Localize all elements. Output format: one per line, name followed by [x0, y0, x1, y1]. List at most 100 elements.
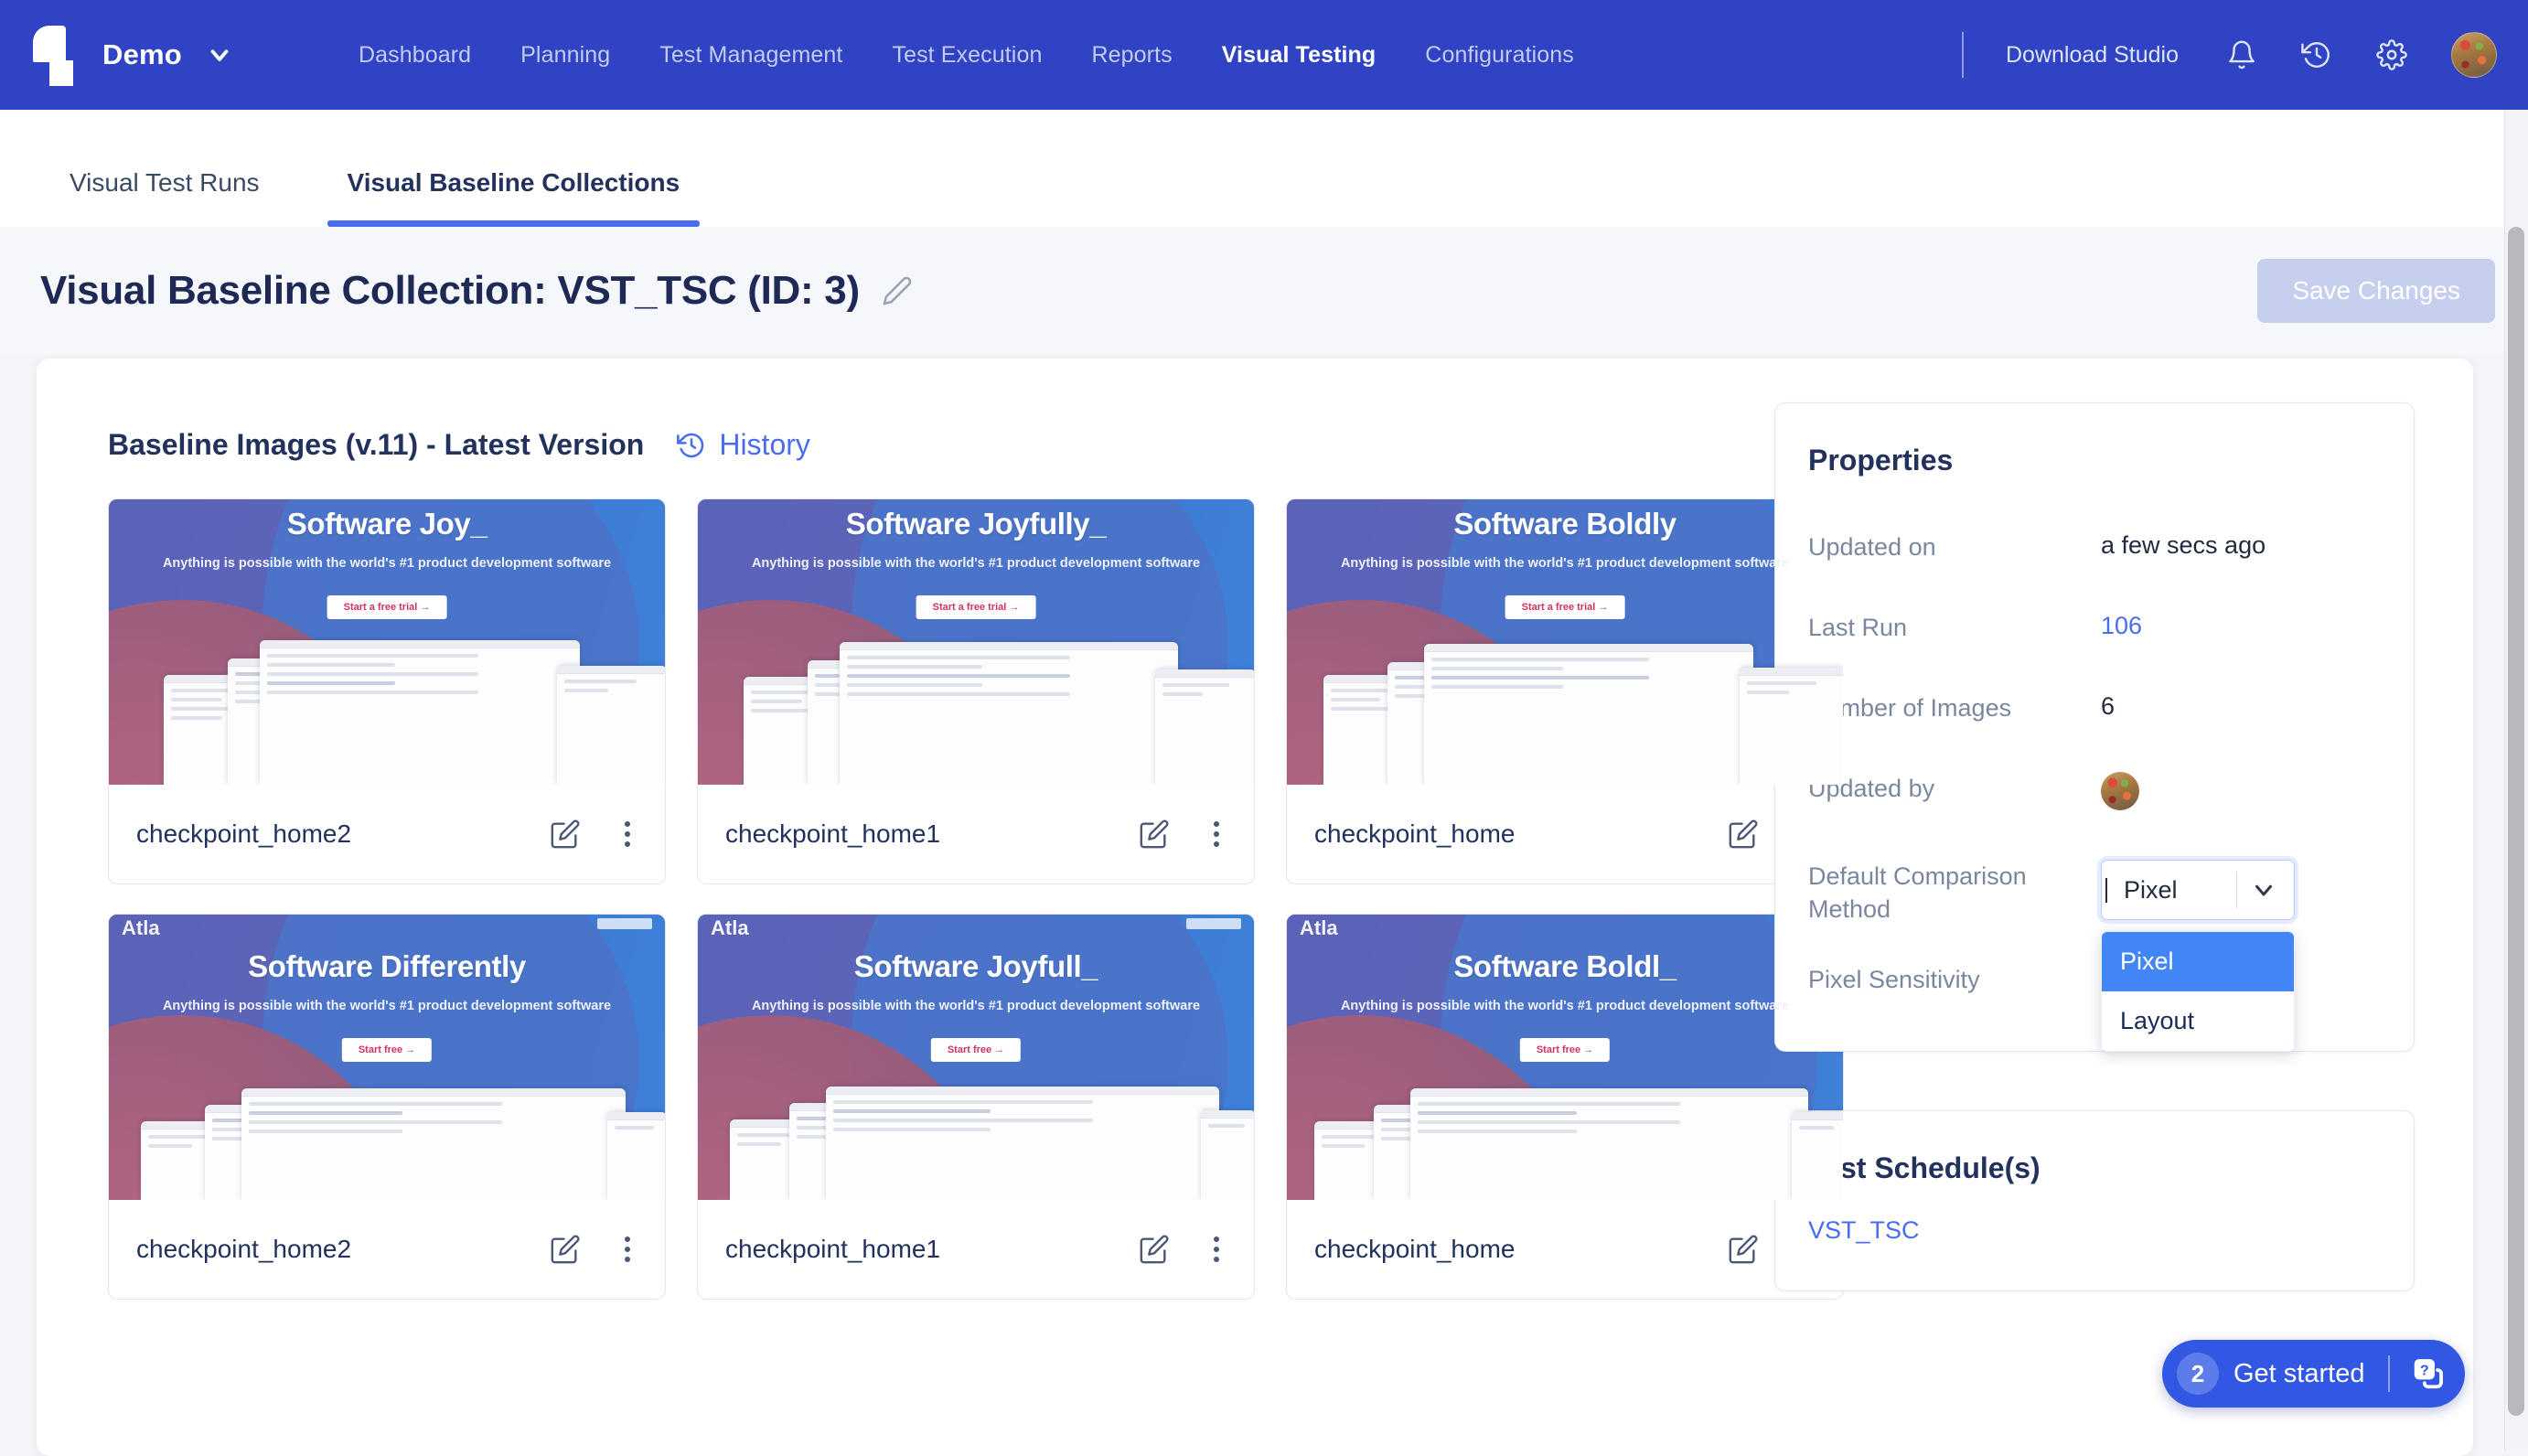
more-options-icon[interactable]: [1205, 818, 1228, 851]
baseline-card[interactable]: Software Boldly Anything is possible wit…: [1286, 498, 1844, 884]
properties-rows: Updated on a few secs ago Last Run 106 N…: [1775, 477, 2414, 1052]
save-changes-button[interactable]: Save Changes: [2257, 259, 2495, 323]
baseline-card-actions: [1139, 1233, 1228, 1266]
property-value: 6: [2101, 692, 2116, 720]
property-updated-by: Updated by: [1808, 772, 2381, 823]
svg-text:?: ?: [2420, 1364, 2429, 1379]
baseline-thumbnail-image[interactable]: Atla Software Differently Anything is po…: [109, 915, 665, 1200]
comparison-method-select[interactable]: Pixel: [2101, 860, 2295, 920]
property-number-of-images: Number of Images 6: [1808, 691, 2381, 743]
baseline-name: checkpoint_home1: [725, 819, 941, 848]
gear-icon[interactable]: [2376, 39, 2407, 70]
page-scrollbar-track[interactable]: [2504, 110, 2528, 1451]
thumbnail-app-mockups: [109, 638, 665, 785]
baseline-name: checkpoint_home2: [136, 819, 352, 848]
more-options-icon[interactable]: [616, 1233, 639, 1266]
get-started-button[interactable]: 2 Get started ?: [2162, 1340, 2466, 1408]
history-label: History: [719, 428, 810, 461]
baseline-thumbnail-image[interactable]: Software Joy_ Anything is possible with …: [109, 499, 665, 785]
baseline-thumbnail-image[interactable]: Software Joyfully_ Anything is possible …: [698, 499, 1254, 785]
thumbnail-subtext: Anything is possible with the world's #1…: [751, 999, 1201, 1013]
baseline-card-footer: checkpoint_home1: [698, 1200, 1254, 1299]
section-title: Baseline Images (v.11) - Latest Version: [108, 428, 645, 461]
property-label: Updated on: [1808, 533, 1936, 561]
baseline-card-footer: checkpoint_home: [1287, 1200, 1843, 1299]
thumbnail-cta: Start a free trial →: [327, 595, 447, 619]
edit-icon[interactable]: [550, 819, 581, 850]
nav-link-visual-testing[interactable]: Visual Testing: [1197, 42, 1401, 69]
thumbnail-app-mockups: [1287, 638, 1843, 785]
thumbnail-headline: Software Boldly: [1453, 507, 1676, 541]
page-scrollbar-thumb[interactable]: [2508, 227, 2524, 1416]
app-logo[interactable]: [27, 26, 82, 86]
thumbnail-cta: Start free →: [1519, 1038, 1611, 1062]
baseline-card[interactable]: Atla Software Joyfull_ Anything is possi…: [697, 914, 1255, 1300]
get-started-count: 2: [2177, 1353, 2219, 1395]
org-name[interactable]: Demo: [102, 38, 182, 71]
avatar[interactable]: [2451, 32, 2497, 78]
edit-icon[interactable]: [550, 1234, 581, 1265]
thumbnail-nav-chip: [597, 918, 652, 929]
download-studio-link[interactable]: Download Studio: [2006, 42, 2179, 69]
baseline-name: checkpoint_home1: [725, 1235, 941, 1263]
baseline-thumbnail-grid: Software Joy_ Anything is possible with …: [108, 498, 1846, 1300]
thumbnail-headline: Software Boldl_: [1453, 949, 1676, 983]
test-schedule-link[interactable]: VST_TSC: [1775, 1216, 2414, 1290]
baseline-card[interactable]: Software Joyfully_ Anything is possible …: [697, 498, 1255, 884]
nav-link-planning[interactable]: Planning: [496, 42, 635, 69]
nav-link-configurations[interactable]: Configurations: [1400, 42, 1599, 69]
thumbnail-app-mockups: [1287, 1081, 1843, 1200]
nav-divider: [1961, 32, 1964, 78]
history-clock-icon[interactable]: [2301, 39, 2332, 70]
baseline-thumbnail-image[interactable]: Atla Software Joyfull_ Anything is possi…: [698, 915, 1254, 1200]
nav-link-test-management[interactable]: Test Management: [635, 42, 867, 69]
baseline-thumbnail-image[interactable]: Software Boldly Anything is possible wit…: [1287, 499, 1843, 785]
baseline-card-actions: [1139, 818, 1228, 851]
pencil-icon[interactable]: [882, 275, 913, 306]
baseline-card[interactable]: Atla Software Boldl_ Anything is possibl…: [1286, 914, 1844, 1300]
more-options-icon[interactable]: [616, 818, 639, 851]
baseline-card-actions: [550, 1233, 639, 1266]
baseline-card-footer: checkpoint_home2: [109, 785, 665, 883]
thumbnail-app-mockups: [698, 1081, 1254, 1200]
history-link[interactable]: History: [677, 428, 810, 462]
select-separator: [2236, 872, 2237, 908]
edit-icon[interactable]: [1728, 819, 1759, 850]
edit-icon[interactable]: [1139, 1234, 1170, 1265]
property-label: Number of Images: [1808, 694, 2012, 722]
comparison-method-value: Pixel: [2105, 877, 2178, 903]
baseline-name: checkpoint_home: [1314, 819, 1516, 848]
bell-icon[interactable]: [2226, 39, 2257, 70]
tab-visual-baseline-collections[interactable]: Visual Baseline Collections: [327, 168, 701, 227]
nav-link-test-execution[interactable]: Test Execution: [867, 42, 1066, 69]
nav-link-dashboard[interactable]: Dashboard: [334, 42, 496, 69]
comparison-method-dropdown[interactable]: Pixel Layout: [2101, 931, 2295, 1052]
divider: [2388, 1355, 2391, 1392]
nav-right-group: Download Studio: [1961, 32, 2528, 78]
chevron-down-icon[interactable]: [206, 41, 233, 69]
baseline-thumbnail-image[interactable]: Atla Software Boldl_ Anything is possibl…: [1287, 915, 1843, 1200]
help-question-icon[interactable]: ?: [2410, 1356, 2445, 1391]
thumbnail-brand-text: Atla: [711, 916, 749, 939]
thumbnail-subtext: Anything is possible with the world's #1…: [1340, 556, 1790, 571]
baseline-card[interactable]: Software Joy_ Anything is possible with …: [108, 498, 666, 884]
last-run-link[interactable]: 106: [2101, 611, 2142, 640]
avatar[interactable]: [2101, 772, 2139, 810]
property-last-run: Last Run 106: [1808, 611, 2381, 662]
edit-icon[interactable]: [1139, 819, 1170, 850]
chevron-down-icon[interactable]: [2250, 876, 2277, 904]
dropdown-option-layout[interactable]: Layout: [2102, 991, 2294, 1051]
property-value: a few secs ago: [2101, 531, 2266, 559]
baseline-name: checkpoint_home2: [136, 1235, 352, 1263]
nav-link-reports[interactable]: Reports: [1066, 42, 1196, 69]
baseline-card[interactable]: Atla Software Differently Anything is po…: [108, 914, 666, 1300]
property-label: Default Comparison Method: [1808, 862, 2027, 924]
dropdown-option-pixel[interactable]: Pixel: [2102, 932, 2294, 991]
thumbnail-cta: Start free →: [341, 1038, 433, 1062]
baseline-card-actions: [550, 818, 639, 851]
tab-visual-test-runs[interactable]: Visual Test Runs: [49, 168, 280, 227]
more-options-icon[interactable]: [1205, 1233, 1228, 1266]
sub-tabs-bar: Visual Test Runs Visual Baseline Collect…: [0, 110, 2528, 227]
top-navigation-bar: Demo Dashboard Planning Test Management …: [0, 0, 2528, 110]
edit-icon[interactable]: [1728, 1234, 1759, 1265]
